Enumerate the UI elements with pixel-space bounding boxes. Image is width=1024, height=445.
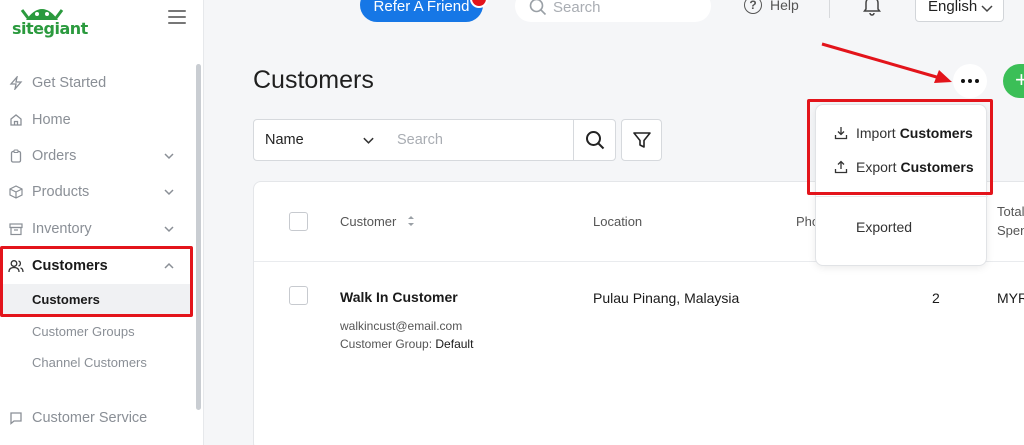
column-header-total-line2: Spen [997, 223, 1024, 238]
customer-email: walkincust@email.com [340, 319, 463, 333]
customer-location: Pulau Pinang, Malaysia [593, 290, 740, 306]
sidebar-item-label: Orders [32, 148, 77, 164]
highlight-box-import-export [807, 99, 993, 195]
sidebar-item-label: Get Started [32, 75, 107, 91]
menu-divider [816, 196, 988, 197]
sidebar: sitegiant Get Started Home Orders Produc… [0, 0, 204, 445]
filter-field-value: Name [265, 132, 304, 148]
sort-icon[interactable] [406, 214, 416, 228]
sidebar-item-home[interactable]: Home [0, 103, 196, 137]
sidebar-item-label: Inventory [32, 221, 92, 237]
logo-text: sitegiant [12, 19, 88, 38]
sidebar-item-customer-service[interactable]: Customer Service [0, 401, 196, 435]
row-checkbox[interactable] [289, 286, 308, 305]
column-header-customer[interactable]: Customer [340, 214, 416, 229]
home-icon [8, 112, 24, 128]
filter-field-select[interactable]: Name [253, 119, 386, 161]
filter-button[interactable] [621, 119, 662, 161]
menu-toggle-icon[interactable] [168, 10, 186, 24]
lightning-icon [8, 75, 24, 91]
help-link[interactable]: ? Help [744, 0, 799, 14]
sidebar-item-label: Customer Service [32, 410, 148, 426]
filter-search-placeholder: Search [397, 132, 443, 148]
inventory-icon [8, 221, 24, 237]
clipboard-icon [8, 148, 24, 164]
bell-icon[interactable] [862, 0, 882, 21]
chevron-down-icon [363, 137, 374, 144]
page-title: Customers [253, 66, 374, 94]
customer-group-label: Customer Group: [340, 337, 433, 351]
menu-item-exported[interactable]: Exported [856, 219, 912, 235]
sidebar-subitem-customer-groups[interactable]: Customer Groups [32, 324, 135, 339]
highlight-box-customers [0, 246, 193, 317]
help-icon: ? [744, 0, 762, 14]
language-select[interactable]: English [915, 0, 1004, 22]
funnel-icon [632, 132, 651, 148]
column-header-label: Customer [340, 214, 397, 229]
global-search-input[interactable]: Search [515, 0, 711, 22]
customer-orders: 2 [932, 290, 940, 306]
search-icon [585, 131, 604, 150]
add-customer-button[interactable]: + [1003, 64, 1024, 98]
select-all-checkbox[interactable] [289, 212, 308, 231]
sidebar-scrollbar[interactable] [196, 64, 201, 410]
sidebar-item-get-started[interactable]: Get Started [0, 66, 196, 100]
sidebar-item-label: Products [32, 184, 90, 200]
column-header-total-line1: Total [997, 204, 1024, 219]
more-options-button[interactable] [953, 64, 987, 98]
customer-name-link[interactable]: Walk In Customer [340, 289, 458, 305]
sidebar-item-label: Home [32, 112, 71, 128]
search-icon [529, 0, 547, 16]
customer-total-spent: MYR [997, 290, 1024, 306]
customer-group: Customer Group: Default [340, 337, 473, 351]
language-value: English [928, 0, 978, 15]
sitegiant-logo[interactable]: sitegiant [10, 4, 110, 44]
box-icon [8, 184, 24, 200]
help-label: Help [770, 0, 799, 13]
sidebar-item-inventory[interactable]: Inventory [0, 212, 196, 246]
sidebar-subitem-channel-customers[interactable]: Channel Customers [32, 355, 147, 370]
chevron-down-icon [981, 5, 993, 13]
sidebar-item-products[interactable]: Products [0, 175, 196, 209]
chevron-down-icon [164, 153, 174, 160]
chevron-down-icon [164, 189, 174, 196]
chevron-down-icon [164, 226, 174, 233]
global-search-placeholder: Search [553, 0, 601, 16]
refer-a-friend-button[interactable]: Refer A Friend [360, 0, 483, 22]
search-button[interactable] [573, 119, 616, 161]
filter-search-input[interactable]: Search [385, 119, 574, 161]
chat-icon [8, 410, 24, 426]
sidebar-item-orders[interactable]: Orders [0, 139, 196, 173]
customer-group-value: Default [435, 337, 474, 351]
column-header-location: Location [593, 214, 643, 229]
topbar-divider [829, 0, 830, 18]
